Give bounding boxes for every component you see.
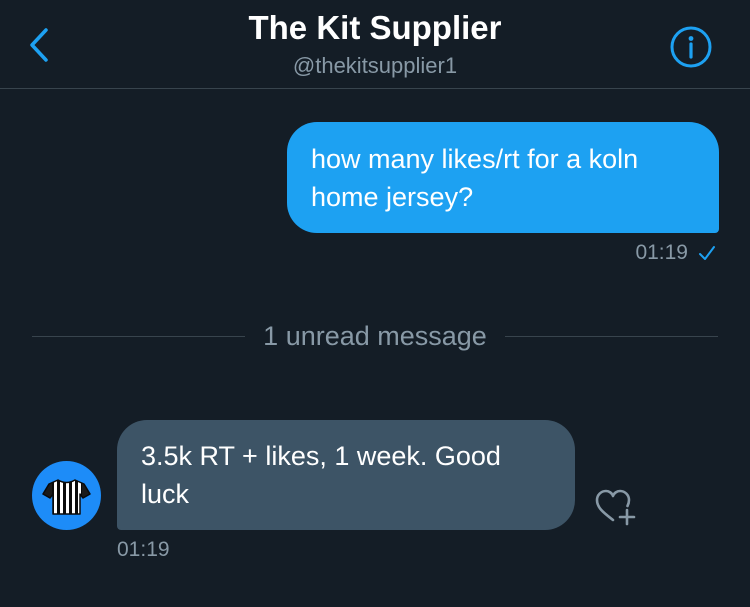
contact-handle[interactable]: @thekitsupplier1 [0,52,750,80]
incoming-message-bubble[interactable]: 3.5k RT + likes, 1 week. Good luck [117,420,575,530]
unread-divider: 1 unread message [32,318,718,354]
outgoing-message-text: how many likes/rt for a koln home jersey… [311,144,639,212]
header-divider [0,88,750,89]
unread-divider-label: 1 unread message [263,320,487,351]
check-icon [699,246,715,260]
conversation-info-button[interactable] [668,24,714,70]
outgoing-message-meta: 01:19 [635,240,716,266]
unread-divider-line-right [504,335,718,337]
incoming-message-text: 3.5k RT + likes, 1 week. Good luck [141,441,501,509]
contact-name[interactable]: The Kit Supplier [0,8,750,48]
avatar[interactable] [32,461,101,530]
striped-jersey-icon [42,479,91,515]
add-reaction-button[interactable] [594,487,640,527]
outgoing-message-bubble[interactable]: how many likes/rt for a koln home jersey… [287,122,719,233]
info-icon [670,26,712,68]
outgoing-message-time: 01:19 [635,241,688,264]
unread-divider-line-left [32,335,246,337]
incoming-message-time: 01:19 [117,538,170,561]
conversation-header: The Kit Supplier @thekitsupplier1 [0,0,750,88]
heart-plus-icon [595,489,636,526]
